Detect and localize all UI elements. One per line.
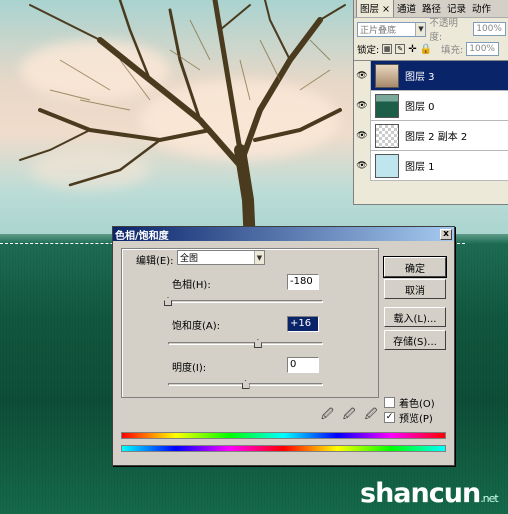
edit-label: 编辑(E): bbox=[134, 252, 176, 267]
preview-label: 预览(P) bbox=[399, 414, 433, 425]
hue-slider-knob[interactable] bbox=[164, 297, 172, 306]
save-button[interactable]: 存储(S)... bbox=[384, 330, 446, 350]
saturation-slider-knob[interactable] bbox=[253, 339, 262, 348]
eyedropper-plus-icon[interactable]: 🖉 bbox=[343, 405, 356, 426]
layer-thumbnail bbox=[375, 153, 399, 178]
lock-all-icon[interactable]: 🔒 bbox=[420, 44, 432, 55]
eyedropper-minus-icon[interactable]: 🖉 bbox=[365, 405, 378, 426]
preview-checkbox[interactable]: ✓ bbox=[384, 412, 395, 423]
watermark-main: shancun bbox=[360, 478, 481, 509]
edit-value: 全图 bbox=[180, 254, 199, 264]
eye-icon[interactable]: 👁 bbox=[354, 120, 371, 151]
output-color-bar bbox=[121, 445, 446, 452]
fill-input[interactable]: 100% bbox=[466, 42, 500, 56]
tab-actions[interactable]: 动作 bbox=[469, 0, 494, 17]
adjust-group: 编辑(E): 全图 ▼ 色相(H): -180 饱和度(A): +16 明度(I… bbox=[121, 248, 379, 398]
preview-option[interactable]: ✓ 预览(P) bbox=[384, 410, 433, 425]
eye-icon[interactable]: 👁 bbox=[354, 60, 371, 91]
colorize-option[interactable]: 着色(O) bbox=[384, 395, 435, 410]
layer-thumbnail bbox=[375, 123, 399, 148]
eyedropper-icon[interactable]: 🖉 bbox=[321, 405, 334, 426]
eyedropper-group: 🖉 🖉 🖉 bbox=[321, 405, 377, 426]
hue-label: 色相(H): bbox=[172, 280, 211, 291]
hue-slider-track[interactable] bbox=[168, 300, 323, 303]
blend-mode-value: 正片叠底 bbox=[360, 25, 397, 36]
layers-list: 👁 图层 3 👁 图层 0 👁 图层 2 副本 2 👁 图层 1 bbox=[354, 60, 508, 181]
lock-paint-icon[interactable]: ✎ bbox=[395, 44, 406, 54]
ok-button[interactable]: 确定 bbox=[383, 256, 447, 278]
chevron-down-icon: ▼ bbox=[415, 22, 426, 36]
layer-name: 图层 3 bbox=[405, 72, 435, 83]
tab-channels[interactable]: 通道 bbox=[394, 0, 419, 17]
layer-row[interactable]: 👁 图层 2 副本 2 bbox=[354, 120, 508, 151]
saturation-label: 饱和度(A): bbox=[172, 321, 221, 332]
layer-name: 图层 1 bbox=[405, 162, 435, 173]
lock-move-icon[interactable]: ✛ bbox=[408, 44, 416, 55]
colorize-checkbox[interactable] bbox=[384, 397, 395, 408]
close-button[interactable]: x bbox=[440, 228, 452, 240]
eye-icon[interactable]: 👁 bbox=[354, 150, 371, 181]
watermark-logo: shancun.net bbox=[360, 478, 499, 509]
layer-row[interactable]: 👁 图层 3 bbox=[354, 60, 508, 91]
saturation-input[interactable]: +16 bbox=[287, 316, 319, 332]
dialog-title: 色相/饱和度 bbox=[115, 230, 169, 242]
layer-thumbnail bbox=[375, 93, 399, 118]
edit-select[interactable]: 全图 ▼ bbox=[177, 250, 265, 265]
layer-thumbnail bbox=[375, 63, 399, 88]
tree-image bbox=[19, 0, 346, 250]
opacity-label: 不透明度: bbox=[429, 18, 458, 43]
saturation-slider-track[interactable] bbox=[168, 342, 323, 345]
blend-row: 正片叠底 ▼ 不透明度: 100% bbox=[354, 18, 508, 43]
opacity-input[interactable]: 100% bbox=[473, 22, 506, 36]
layers-panel: 图层 × 通道 路径 记录 动作 正片叠底 ▼ 不透明度: 100% 锁定: ▦… bbox=[353, 0, 508, 205]
colorize-label: 着色(O) bbox=[399, 399, 435, 410]
layer-name: 图层 2 副本 2 bbox=[405, 132, 468, 143]
watermark-sub: .net bbox=[480, 492, 499, 505]
input-color-bar bbox=[121, 432, 446, 439]
dialog-titlebar[interactable]: 色相/饱和度 x bbox=[113, 227, 454, 242]
blend-mode-select[interactable]: 正片叠底 ▼ bbox=[357, 21, 427, 37]
fill-label: 填充: bbox=[441, 45, 464, 56]
chevron-down-icon: ▼ bbox=[254, 251, 264, 264]
eye-icon[interactable]: 👁 bbox=[354, 90, 371, 121]
hue-saturation-dialog: 色相/饱和度 x 编辑(E): 全图 ▼ 色相(H): -180 饱和度(A):… bbox=[112, 226, 455, 466]
layer-row[interactable]: 👁 图层 0 bbox=[354, 90, 508, 121]
tab-layers[interactable]: 图层 × bbox=[356, 0, 394, 17]
lock-transparency-icon[interactable]: ▦ bbox=[382, 44, 393, 54]
lightness-slider-knob[interactable] bbox=[241, 380, 250, 389]
hue-input[interactable]: -180 bbox=[287, 274, 319, 290]
cancel-button[interactable]: 取消 bbox=[384, 279, 446, 299]
lightness-label: 明度(I): bbox=[172, 363, 207, 374]
load-button[interactable]: 载入(L)... bbox=[384, 307, 446, 327]
layer-row[interactable]: 👁 图层 1 bbox=[354, 150, 508, 181]
lock-label: 锁定: bbox=[357, 45, 380, 56]
lightness-input[interactable]: 0 bbox=[287, 357, 319, 373]
layer-name: 图层 0 bbox=[405, 102, 435, 113]
